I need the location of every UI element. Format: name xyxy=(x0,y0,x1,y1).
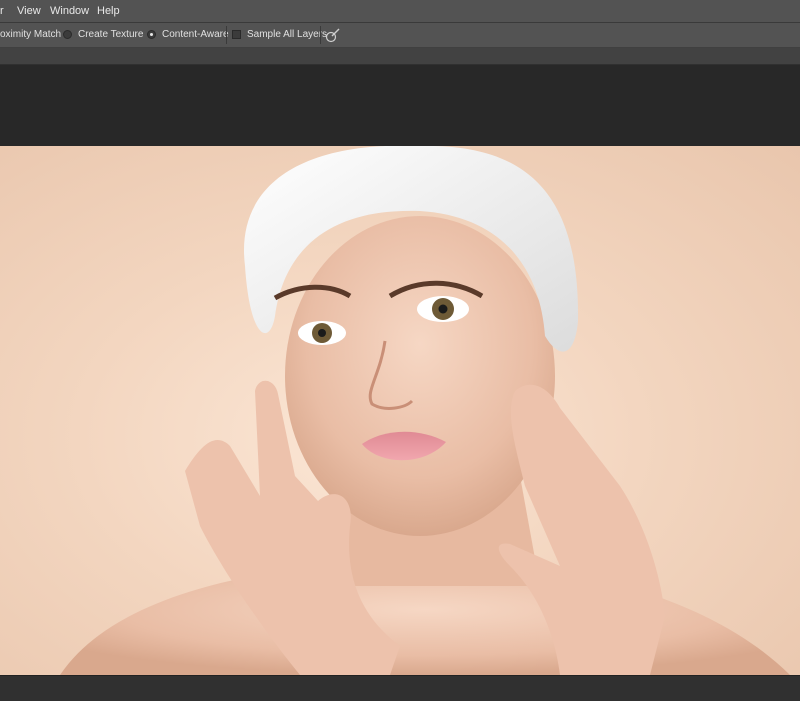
proximity-match-label: oximity Match xyxy=(0,29,62,40)
menu-help[interactable]: Help xyxy=(97,5,120,17)
status-bar xyxy=(0,675,800,701)
portrait-photo xyxy=(60,146,790,675)
menu-bar: r View Window Help xyxy=(0,0,800,23)
create-texture-radio[interactable] xyxy=(63,30,72,39)
menu-window[interactable]: Window xyxy=(50,5,89,17)
sample-all-layers-option[interactable]: Sample All Layers xyxy=(232,29,327,40)
document-canvas[interactable] xyxy=(0,146,800,675)
tool-options-bar: oximity Match Create Texture Content-Awa… xyxy=(0,23,800,48)
sample-all-layers-label: Sample All Layers xyxy=(247,29,328,40)
content-aware-radio[interactable] xyxy=(147,30,156,39)
brush-pressure-icon[interactable] xyxy=(325,27,341,43)
create-texture-label: Create Texture xyxy=(78,29,144,40)
create-texture-option[interactable]: Create Texture xyxy=(63,29,143,40)
menu-view[interactable]: View xyxy=(17,5,41,17)
options-separator xyxy=(320,26,321,44)
options-separator xyxy=(226,26,227,44)
sample-all-layers-checkbox[interactable] xyxy=(232,30,241,39)
content-aware-option[interactable]: Content-Aware xyxy=(147,29,229,40)
proximity-match-option[interactable]: oximity Match xyxy=(0,29,61,40)
content-aware-label: Content-Aware xyxy=(162,29,229,40)
face xyxy=(285,216,555,536)
document-tab-strip xyxy=(0,48,800,65)
menu-filter[interactable]: r xyxy=(0,5,4,17)
